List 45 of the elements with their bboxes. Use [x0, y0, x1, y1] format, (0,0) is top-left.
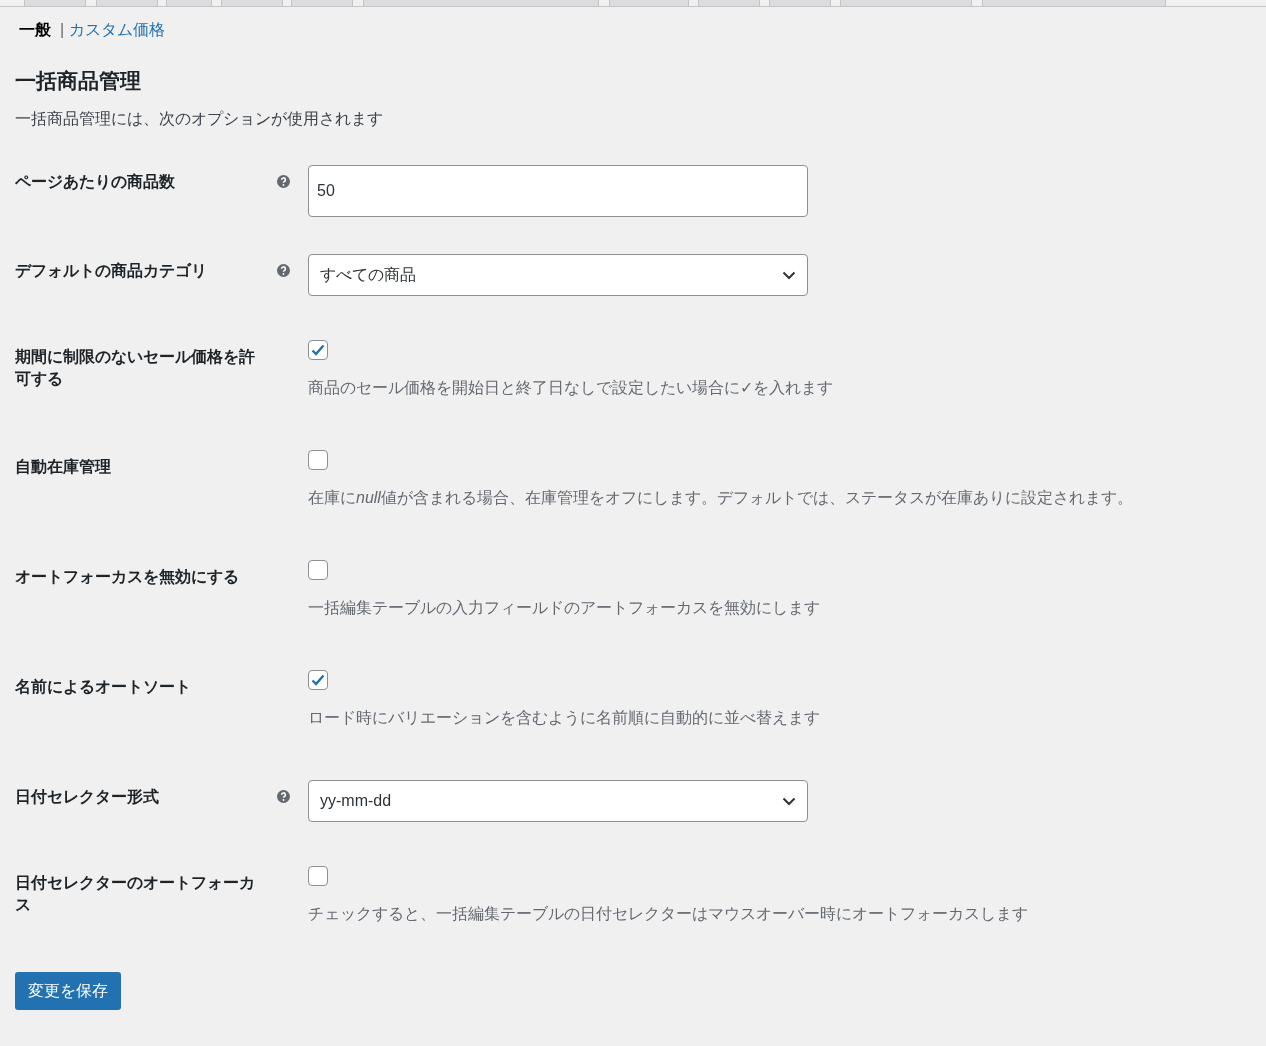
checkbox[interactable] — [308, 866, 328, 886]
separator: | — [60, 20, 65, 40]
section-intro: 一括商品管理には、次のオプションが使用されます — [15, 109, 384, 129]
section-heading: 一括商品管理 — [15, 68, 142, 94]
dropdown[interactable]: yy-mm-dd — [308, 780, 808, 822]
setting-label: 日付セレクター形式 — [15, 787, 160, 807]
setting-label: 日付セレクターのオートフォーカス — [15, 873, 256, 915]
tab-edge[interactable] — [24, 0, 86, 7]
setting-description: チェックすると、一括編集テーブルの日付セレクターはマウスオーバー時にオートフォーカスします — [308, 904, 1028, 924]
checkbox[interactable] — [308, 560, 328, 580]
help-icon[interactable] — [277, 790, 290, 803]
setting-description: 商品のセール価格を開始日と終了日なしで設定したい場合に✓を入れます — [308, 378, 833, 398]
setting-description: ロード時にバリエーションを含むように名前順に自動的に並べ替えます — [308, 708, 820, 728]
checkbox[interactable] — [308, 450, 328, 470]
setting-label: ページあたりの商品数 — [15, 172, 176, 192]
setting-description: 一括編集テーブルの入力フィールドのアートフォーカスを無効にします — [308, 598, 820, 618]
save-button[interactable]: 変更を保存 — [15, 972, 121, 1010]
subnav-link[interactable]: 一般 — [15, 18, 55, 42]
setting-label: 期間に制限のないセール価格を許可する — [15, 347, 256, 389]
tab-edge[interactable] — [363, 0, 599, 7]
tab-edge[interactable] — [96, 0, 158, 7]
tab-edge[interactable] — [166, 0, 212, 7]
chevron-down-icon — [782, 796, 796, 806]
setting-description: 在庫にnull値が含まれる場合、在庫管理をオフにします。デフォルトでは、ステータスが在庫ありに設定されます。 — [308, 488, 1133, 508]
tab-edge[interactable] — [840, 0, 972, 7]
tab-edge[interactable] — [221, 0, 283, 7]
subnav-link[interactable]: カスタム価格 — [69, 18, 166, 42]
setting-label: 自動在庫管理 — [15, 457, 112, 477]
checkbox[interactable] — [308, 670, 328, 690]
tab-edge[interactable] — [769, 0, 831, 7]
number-field[interactable]: 50 — [308, 165, 808, 217]
help-icon[interactable] — [277, 175, 290, 188]
dropdown[interactable]: すべての商品 — [308, 254, 808, 296]
setting-label: デフォルトの商品カテゴリ — [15, 261, 208, 281]
tab-edge[interactable] — [982, 0, 1166, 7]
chevron-down-icon — [782, 270, 796, 280]
setting-label: 名前によるオートソート — [15, 677, 192, 697]
checkbox[interactable] — [308, 340, 328, 360]
tab-edge[interactable] — [609, 0, 689, 7]
tab-edge[interactable] — [291, 0, 353, 7]
checkmark-icon — [311, 674, 325, 686]
checkmark-icon — [311, 344, 325, 356]
setting-label: オートフォーカスを無効にする — [15, 567, 240, 587]
tab-edge[interactable] — [698, 0, 760, 7]
help-icon[interactable] — [277, 264, 290, 277]
